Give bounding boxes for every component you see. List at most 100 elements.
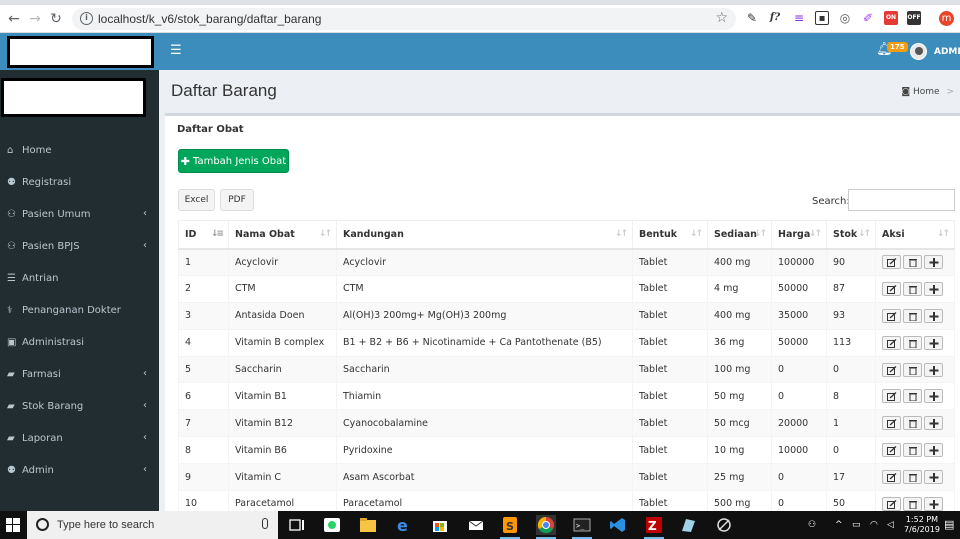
off-ext-icon[interactable]: OFF bbox=[907, 11, 921, 25]
edit-icon[interactable] bbox=[882, 389, 901, 404]
trash-icon[interactable] bbox=[903, 496, 922, 511]
plus-icon[interactable] bbox=[924, 496, 943, 511]
export-excel-button[interactable]: Excel bbox=[178, 189, 215, 211]
pen-ext-icon[interactable]: ✐ bbox=[861, 11, 875, 25]
search-input[interactable] bbox=[848, 189, 955, 211]
sidebar-item-farmasi[interactable]: ▰ Farmasi ‹ bbox=[0, 358, 159, 390]
chevron-left-icon: ‹ bbox=[143, 208, 147, 219]
sidebar-item-admin[interactable]: ⚉ Admin ‹ bbox=[0, 454, 159, 486]
trash-icon[interactable] bbox=[903, 470, 922, 485]
microphone-icon[interactable] bbox=[262, 518, 268, 529]
whatsapp-icon[interactable] bbox=[322, 515, 342, 535]
sidebar-item-stok-barang[interactable]: ▰ Stok Barang ‹ bbox=[0, 390, 159, 422]
sidebar-item-laporan[interactable]: ▰ Laporan ‹ bbox=[0, 422, 159, 454]
edit-icon[interactable] bbox=[882, 281, 901, 296]
trash-icon[interactable] bbox=[903, 416, 922, 431]
windows-start-icon[interactable] bbox=[6, 518, 20, 532]
column-header-bentuk[interactable]: Bentuk ↓↑ bbox=[632, 220, 708, 250]
edit-icon[interactable] bbox=[882, 470, 901, 485]
eyedropper-ext-icon[interactable]: ✎ bbox=[745, 11, 759, 25]
plus-icon[interactable] bbox=[924, 255, 943, 270]
edit-icon[interactable] bbox=[882, 362, 901, 377]
tray-chevron-icon[interactable]: ^ bbox=[835, 520, 843, 530]
column-header-id[interactable]: ID ↓≡ bbox=[178, 220, 229, 250]
column-header-aksi[interactable]: Aksi ↓↑ bbox=[875, 220, 955, 250]
battery-icon[interactable]: ▭ bbox=[852, 520, 861, 530]
site-info-icon[interactable]: i bbox=[80, 12, 93, 25]
taskbar-search-box[interactable]: Type here to search bbox=[27, 511, 278, 539]
profile-avatar[interactable]: m bbox=[939, 11, 954, 26]
vscode-icon[interactable] bbox=[608, 515, 628, 535]
terminal-icon[interactable]: >_ bbox=[572, 515, 592, 539]
filezilla-icon[interactable]: Z bbox=[644, 515, 664, 539]
reload-icon[interactable]: ↻ bbox=[48, 11, 64, 27]
trash-icon[interactable] bbox=[903, 389, 922, 404]
back-icon[interactable]: ← bbox=[6, 11, 22, 27]
bookmark-star-icon[interactable]: ☆ bbox=[715, 10, 728, 26]
add-medicine-button[interactable]: ✚ Tambah Jenis Obat bbox=[178, 149, 289, 173]
column-header-kandungan[interactable]: Kandungan ↓↑ bbox=[336, 220, 633, 250]
sidebar-item-home[interactable]: ⌂ Home bbox=[0, 134, 159, 166]
sidebar-item-antrian[interactable]: ☰ Antrian bbox=[0, 262, 159, 294]
store-icon[interactable] bbox=[430, 515, 450, 535]
edge-browser-icon[interactable]: e bbox=[394, 515, 414, 535]
notification-center-icon[interactable]: ▤ bbox=[944, 518, 954, 531]
trash-icon[interactable] bbox=[903, 335, 922, 350]
plus-icon[interactable] bbox=[924, 281, 943, 296]
formula-ext-icon[interactable]: f? bbox=[768, 11, 782, 25]
globe-ext-icon[interactable]: ◎ bbox=[838, 11, 852, 25]
edit-icon[interactable] bbox=[882, 255, 901, 270]
column-header-stok[interactable]: Stok ↓↑ bbox=[826, 220, 876, 250]
notes-app-icon[interactable] bbox=[678, 515, 698, 535]
edit-icon[interactable] bbox=[882, 443, 901, 458]
chrome-icon[interactable] bbox=[536, 515, 556, 539]
sidebar-toggle-icon[interactable]: ☰ bbox=[170, 43, 182, 58]
trash-icon[interactable] bbox=[903, 281, 922, 296]
plus-icon[interactable] bbox=[924, 443, 943, 458]
trash-icon[interactable] bbox=[903, 308, 922, 323]
address-bar[interactable]: i localhost/k_v6/stok_barang/daftar_bara… bbox=[72, 8, 736, 30]
notification-badge[interactable]: 175 bbox=[887, 42, 908, 52]
file-explorer-icon[interactable] bbox=[358, 515, 378, 535]
trash-icon[interactable] bbox=[903, 362, 922, 377]
logo[interactable] bbox=[7, 36, 154, 68]
edit-icon[interactable] bbox=[882, 335, 901, 350]
table-cell-bentuk: Tablet bbox=[632, 409, 708, 438]
export-pdf-button[interactable]: PDF bbox=[220, 189, 254, 211]
breadcrumb-home[interactable]: Home bbox=[913, 87, 940, 97]
edit-icon[interactable] bbox=[882, 416, 901, 431]
plus-icon[interactable] bbox=[924, 470, 943, 485]
sidebar-item-penanganan-dokter[interactable]: ⚕ Penanganan Dokter bbox=[0, 294, 159, 326]
sidebar-item-pasien-umum[interactable]: ⚇ Pasien Umum ‹ bbox=[0, 198, 159, 230]
task-view-icon[interactable] bbox=[287, 515, 307, 535]
user-menu-label[interactable]: ADMIN bbox=[934, 47, 960, 57]
plus-icon[interactable] bbox=[924, 335, 943, 350]
satellite-app-icon[interactable] bbox=[714, 515, 734, 535]
wifi-icon[interactable]: ◠ bbox=[870, 520, 878, 530]
address-url[interactable]: localhost/k_v6/stok_barang/daftar_barang bbox=[98, 12, 321, 26]
sidebar-item-pasien-bpjs[interactable]: ⚇ Pasien BPJS ‹ bbox=[0, 230, 159, 262]
edit-icon[interactable] bbox=[882, 308, 901, 323]
sidebar-item-administrasi[interactable]: ▣ Administrasi bbox=[0, 326, 159, 358]
sidebar-item-registrasi[interactable]: ⚉ Registrasi bbox=[0, 166, 159, 198]
column-header-sediaan[interactable]: Sediaan ↓↑ bbox=[707, 220, 772, 250]
extension-box-icon[interactable]: ▪ bbox=[815, 11, 829, 25]
tray-clock[interactable]: 1:52 PM 7/6/2019 bbox=[904, 515, 940, 535]
plus-icon[interactable] bbox=[924, 416, 943, 431]
user-avatar[interactable] bbox=[910, 43, 927, 60]
edit-icon[interactable] bbox=[882, 496, 901, 511]
plus-icon[interactable] bbox=[924, 362, 943, 377]
trash-icon[interactable] bbox=[903, 443, 922, 458]
column-header-nama-obat[interactable]: Nama Obat ↓↑ bbox=[228, 220, 337, 250]
volume-icon[interactable]: ◁ bbox=[887, 520, 894, 530]
list-ext-icon[interactable]: ≡ bbox=[792, 11, 806, 25]
column-header-harga[interactable]: Harga ↓↑ bbox=[771, 220, 827, 250]
sublime-text-icon[interactable]: S bbox=[500, 515, 520, 539]
forward-icon[interactable]: → bbox=[27, 11, 43, 27]
cors-ext-icon[interactable]: ON bbox=[884, 11, 898, 25]
plus-icon[interactable] bbox=[924, 389, 943, 404]
mail-icon[interactable] bbox=[466, 515, 486, 535]
plus-icon[interactable] bbox=[924, 308, 943, 323]
people-icon[interactable]: ⚇ bbox=[808, 520, 816, 530]
trash-icon[interactable] bbox=[903, 255, 922, 270]
